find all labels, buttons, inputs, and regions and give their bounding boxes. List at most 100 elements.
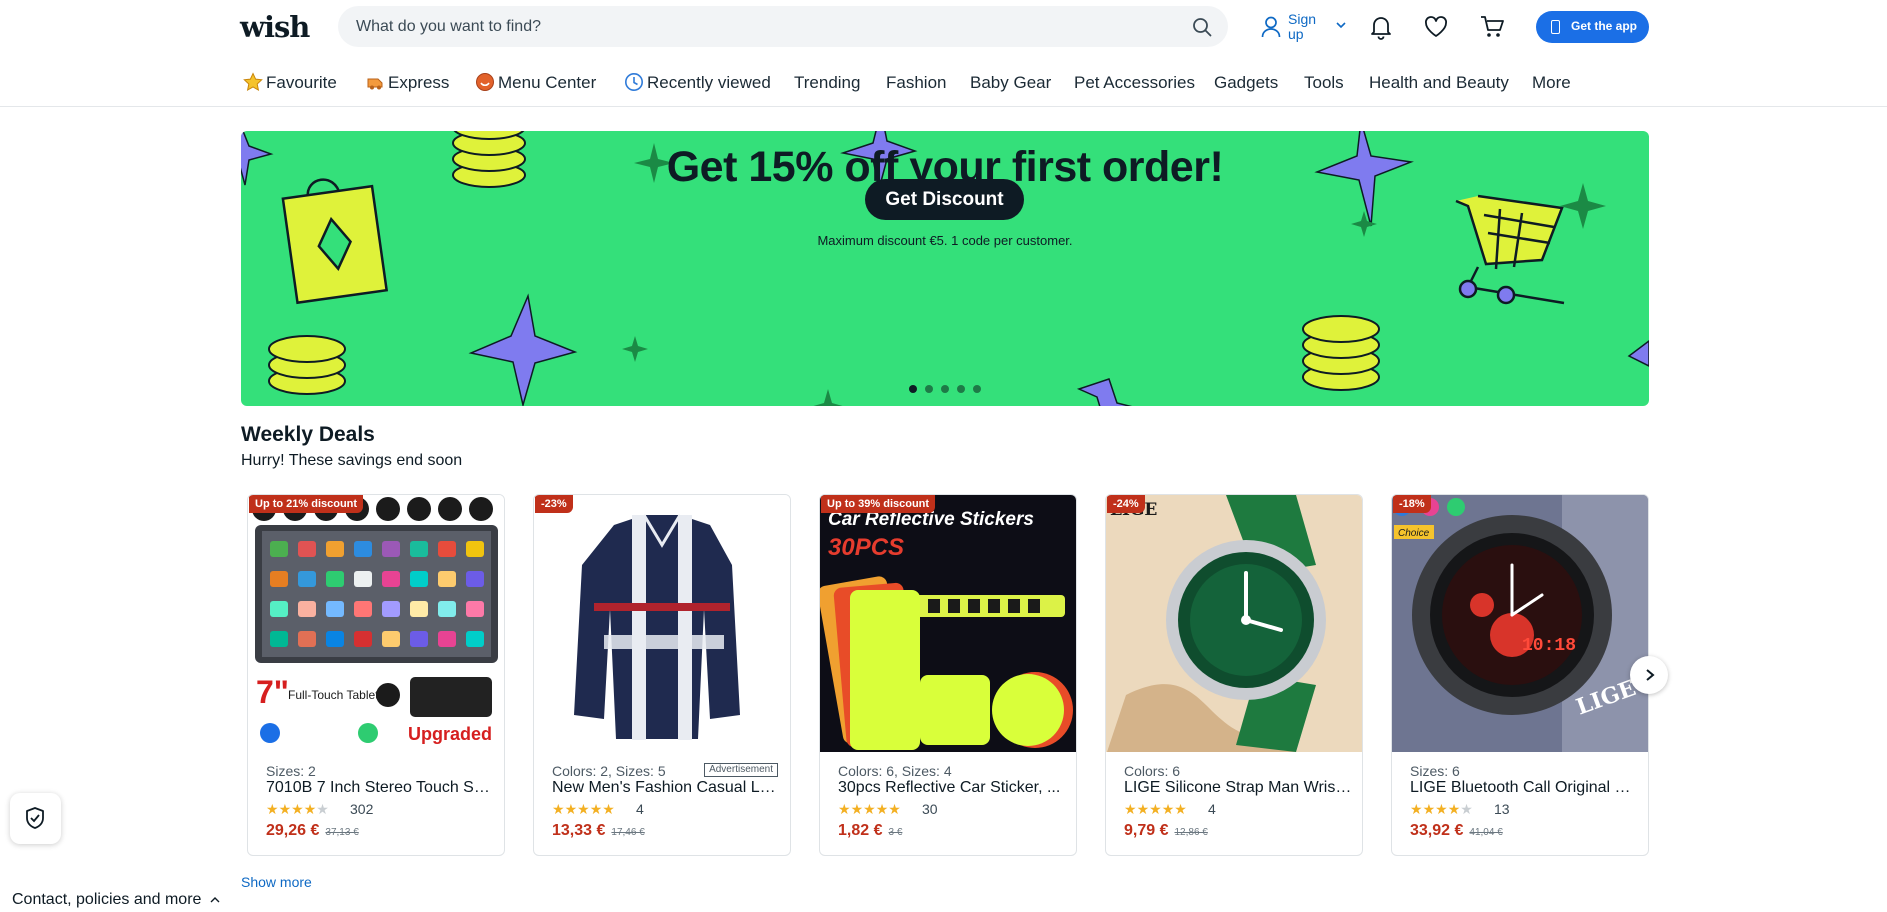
- nav-item-health-and-beauty[interactable]: Health and Beauty: [1369, 72, 1509, 94]
- carousel-next-button[interactable]: [1630, 656, 1668, 694]
- price-original: 17,46 €: [611, 827, 645, 838]
- contact-policies-label: Contact, policies and more: [12, 891, 202, 908]
- product-name[interactable]: LIGE Silicone Strap Man Wrist...: [1124, 779, 1352, 797]
- sticker-count-text: 30PCS: [828, 534, 904, 561]
- price-current: 9,79 €: [1124, 822, 1169, 839]
- shield-check-icon: [26, 807, 44, 829]
- show-more-link[interactable]: Show more: [241, 874, 312, 890]
- chevron-down-icon[interactable]: [1335, 20, 1347, 30]
- get-discount-button[interactable]: Get Discount: [865, 179, 1024, 220]
- nav-item-recently-viewed[interactable]: Recently viewed: [624, 72, 771, 94]
- discount-badge: Up to 39% discount: [821, 495, 936, 513]
- nav-item-gadgets[interactable]: Gadgets: [1214, 72, 1278, 94]
- product-card[interactable]: 10:18 Choice LIGE -18% Sizes: 6 LIGE Blu…: [1391, 494, 1649, 856]
- price-original: 37,13 €: [325, 827, 359, 838]
- product-price: 29,26 € 37,13 €: [266, 822, 359, 840]
- product-card[interactable]: LIGE -24% Colors: 6 LIGE Silicone Strap …: [1105, 494, 1363, 856]
- tablet-caption-text: Full-Touch Tablet: [288, 688, 379, 702]
- search-icon[interactable]: [1192, 17, 1212, 37]
- product-card[interactable]: Car Reflective Stickers 30PCS Up to 39% …: [819, 494, 1077, 856]
- chevron-up-icon: [210, 897, 220, 903]
- sign-up-button[interactable]: Sign up: [1261, 11, 1346, 44]
- privacy-shield-button[interactable]: [10, 793, 61, 844]
- menu-center-icon: [476, 73, 494, 91]
- nav-label-favourite: Favourite: [266, 73, 337, 92]
- banner-note: Maximum discount €5. 1 code per customer…: [817, 233, 1073, 248]
- rating-stars: ★★★★★: [266, 801, 329, 817]
- nav-item-tools[interactable]: Tools: [1304, 72, 1344, 94]
- user-icon: [1261, 16, 1281, 38]
- get-the-app-button[interactable]: Get the app: [1536, 11, 1649, 43]
- watch-choice-text: Choice: [1398, 528, 1430, 539]
- carousel-dot-2[interactable]: [925, 385, 933, 393]
- nav-item-favourite[interactable]: Favourite: [243, 72, 337, 94]
- get-the-app-label: Get the app: [1571, 19, 1638, 33]
- header: wish Sign up Get the app: [0, 0, 1887, 54]
- carousel-dot-4[interactable]: [957, 385, 965, 393]
- product-name[interactable]: New Men's Fashion Casual Lo...: [552, 779, 780, 797]
- contact-policies-toggle[interactable]: Contact, policies and more: [0, 887, 228, 912]
- nav-item-pet-accessories[interactable]: Pet Accessories: [1074, 72, 1195, 94]
- price-original: 3 €: [888, 827, 903, 838]
- nav-item-more[interactable]: More: [1532, 72, 1571, 94]
- price-original: 41,04 €: [1469, 827, 1503, 838]
- carousel-dot-5[interactable]: [973, 385, 981, 393]
- product-image[interactable]: 7" Full-Touch Tablet Upgraded: [248, 495, 504, 752]
- product-variants: Colors: 2, Sizes: 5: [552, 763, 666, 779]
- product-image[interactable]: 10:18 Choice LIGE: [1392, 495, 1648, 752]
- review-count: 4: [636, 801, 644, 817]
- carousel-dots: [909, 385, 989, 395]
- product-card[interactable]: -23% Colors: 2, Sizes: 5 Advertisement N…: [533, 494, 791, 856]
- bell-icon[interactable]: [1368, 14, 1394, 40]
- discount-badge: -18%: [1393, 495, 1431, 513]
- product-card[interactable]: 7" Full-Touch Tablet Upgraded Up to 21% …: [247, 494, 505, 856]
- category-nav: Favourite Express Menu Center Recently v…: [0, 56, 1887, 107]
- product-price: 13,33 € 17,46 €: [552, 822, 645, 840]
- nav-label-express: Express: [388, 73, 450, 92]
- watch-time-text: 10:18: [1522, 636, 1576, 656]
- review-count: 4: [1208, 801, 1216, 817]
- rating-stars: ★★★★★: [1410, 801, 1473, 817]
- carousel-dot-1[interactable]: [909, 385, 917, 393]
- nav-item-trending[interactable]: Trending: [794, 72, 860, 94]
- chevron-right-icon: [1646, 669, 1655, 681]
- tablet-size-text: 7": [256, 674, 289, 710]
- wish-logo[interactable]: wish: [240, 10, 310, 44]
- sign-up-label: Sign up: [1288, 11, 1317, 42]
- express-icon: [367, 78, 383, 90]
- tablet-tag-text: Upgraded: [408, 724, 492, 744]
- nav-item-menu-center[interactable]: Menu Center: [475, 72, 596, 94]
- nav-label-recently-viewed: Recently viewed: [647, 73, 771, 92]
- product-image[interactable]: [534, 495, 790, 752]
- price-current: 1,82 €: [838, 822, 883, 839]
- star-icon: [243, 72, 263, 91]
- search-input[interactable]: [356, 6, 1156, 47]
- discount-badge: Up to 21% discount: [249, 495, 364, 513]
- product-price: 9,79 € 12,86 €: [1124, 822, 1208, 840]
- carousel-dot-3[interactable]: [941, 385, 949, 393]
- nav-item-baby-gear[interactable]: Baby Gear: [970, 72, 1051, 94]
- price-current: 33,92 €: [1410, 822, 1464, 839]
- nav-item-express[interactable]: Express: [365, 72, 449, 94]
- discount-badge: -23%: [535, 495, 573, 513]
- product-price: 1,82 € 3 €: [838, 822, 902, 840]
- promo-banner[interactable]: Get 15% off your first order! Get Discou…: [241, 131, 1649, 406]
- product-variants: Colors: 6, Sizes: 4: [838, 763, 952, 779]
- heart-icon[interactable]: [1423, 14, 1449, 40]
- phone-icon: [1551, 20, 1560, 34]
- cart-icon[interactable]: [1479, 14, 1505, 40]
- review-count: 30: [922, 801, 938, 817]
- price-original: 12,86 €: [1174, 827, 1208, 838]
- rating-stars: ★★★★★: [838, 801, 901, 817]
- price-current: 13,33 €: [552, 822, 606, 839]
- product-image[interactable]: LIGE: [1106, 495, 1362, 752]
- discount-badge: -24%: [1107, 495, 1145, 513]
- product-variants: Sizes: 2: [266, 763, 316, 779]
- product-name[interactable]: 7010B 7 Inch Stereo Touch Scr...: [266, 779, 494, 797]
- product-price: 33,92 € 41,04 €: [1410, 822, 1503, 840]
- nav-item-fashion[interactable]: Fashion: [886, 72, 946, 94]
- product-name[interactable]: LIGE Bluetooth Call Original S...: [1410, 779, 1638, 797]
- nav-label-menu-center: Menu Center: [498, 73, 597, 92]
- product-image[interactable]: Car Reflective Stickers 30PCS: [820, 495, 1076, 752]
- product-name[interactable]: 30pcs Reflective Car Sticker, ...: [838, 779, 1066, 797]
